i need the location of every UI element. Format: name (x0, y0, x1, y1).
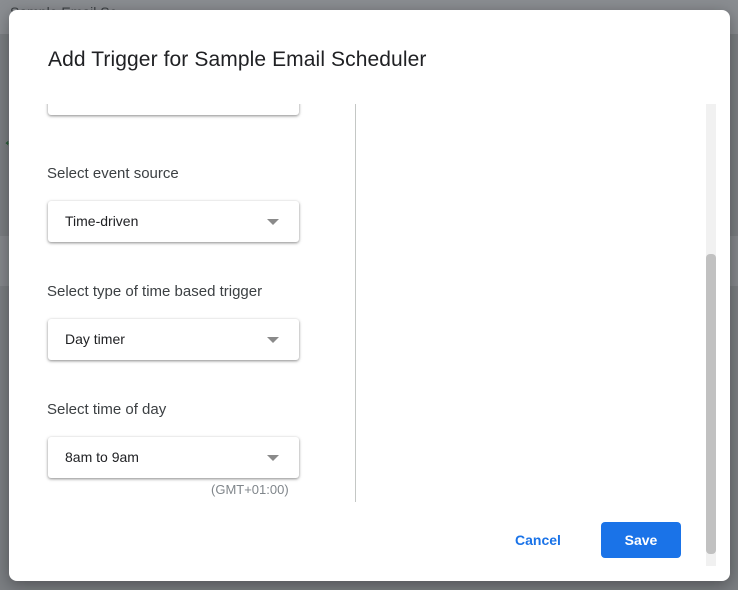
chevron-down-icon (267, 455, 279, 461)
chevron-down-icon (267, 219, 279, 225)
function-select[interactable] (48, 104, 299, 115)
trigger-type-select[interactable]: Day timer (48, 319, 299, 360)
event-source-label: Select event source (47, 165, 179, 182)
time-of-day-value: 8am to 9am (65, 449, 139, 465)
timezone-label: (GMT+01:00) (211, 482, 289, 497)
dialog-title: Add Trigger for Sample Email Scheduler (48, 48, 427, 71)
time-of-day-label: Select time of day (47, 401, 167, 418)
trigger-settings-pane: Select event source Time-driven Select t… (9, 104, 355, 510)
save-button[interactable]: Save (601, 522, 681, 558)
trigger-type-label: Select type of time based trigger (47, 283, 263, 300)
add-trigger-dialog: Add Trigger for Sample Email Scheduler S… (9, 10, 730, 581)
time-of-day-select[interactable]: 8am to 9am (48, 437, 299, 478)
event-source-value: Time-driven (65, 213, 139, 229)
trigger-type-value: Day timer (65, 331, 125, 347)
chevron-down-icon (267, 337, 279, 343)
event-source-select[interactable]: Time-driven (48, 201, 299, 242)
cancel-button[interactable]: Cancel (498, 522, 578, 558)
pane-divider (355, 104, 356, 502)
scrollbar-thumb[interactable] (706, 254, 716, 554)
